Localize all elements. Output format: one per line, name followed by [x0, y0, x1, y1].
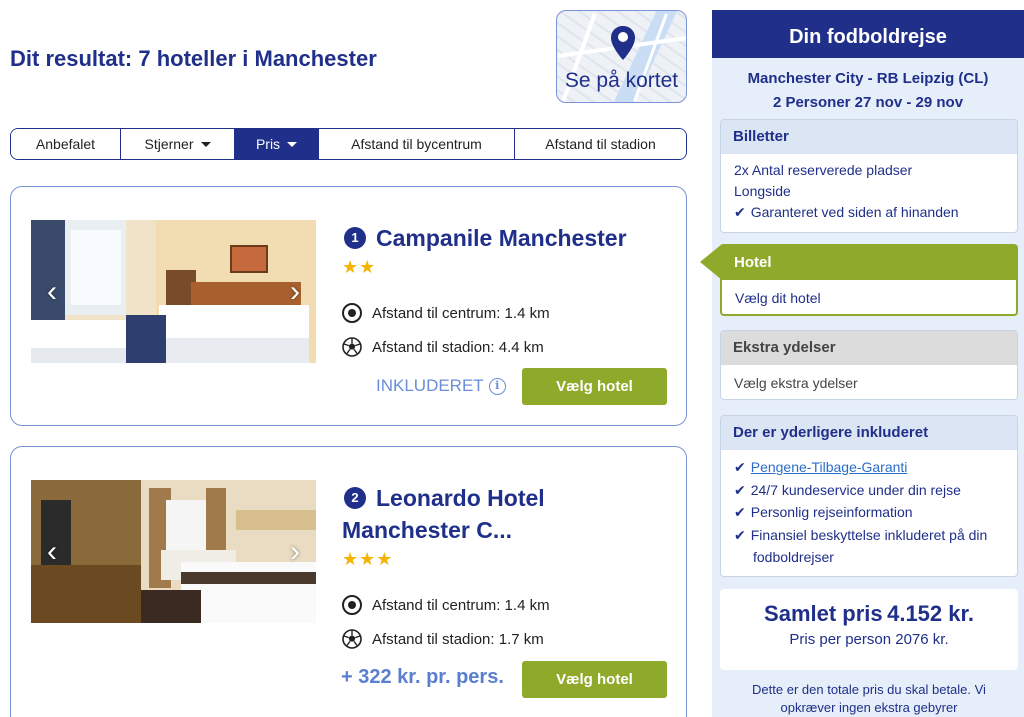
- price-per-person: Pris per person 2076 kr.: [789, 631, 949, 648]
- hotel-photo: ‹ ›: [31, 480, 316, 623]
- city-center-icon: [342, 303, 362, 323]
- total-price-value: 4.152 kr.: [887, 601, 974, 626]
- check-icon: ✔: [734, 526, 746, 543]
- map-pin-icon: [611, 26, 635, 60]
- tab-distance-stadium[interactable]: Afstand til stadion: [515, 129, 686, 159]
- included-text-continued: fodboldrejser: [753, 549, 834, 565]
- football-icon: [342, 629, 362, 649]
- price-included-label: INKLUDERET i: [376, 376, 506, 396]
- choose-hotel-button[interactable]: Vælg hotel: [522, 661, 667, 698]
- tickets-seats: 2x Antal reserverede pladser: [734, 162, 913, 178]
- hotel-name[interactable]: Campanile Manchester: [376, 222, 627, 254]
- hotel-name-line1[interactable]: Leonardo Hotel: [376, 482, 545, 514]
- price-disclaimer: Dette er den totale pris du skal betale.…: [726, 681, 1012, 717]
- total-price-line: Samlet pris 4.152 kr.: [720, 601, 1018, 627]
- extras-body: Vælg ekstra ydelser: [734, 375, 858, 391]
- hotel-room-image: [31, 220, 316, 363]
- tab-stars[interactable]: Stjerner: [121, 129, 235, 159]
- tickets-heading: Billetter: [721, 120, 1017, 154]
- sort-tabs: Anbefalet Stjerner Pris Afstand til byce…: [10, 128, 687, 160]
- hotel-room-image: [31, 480, 316, 623]
- hotel-card: ‹ › 2 Leonardo Hotel Manchester C... ★★★…: [10, 446, 687, 717]
- tab-label: Pris: [255, 136, 281, 152]
- hotel-rank-badge: 2: [344, 487, 366, 509]
- distance-stadium-row: Afstand til stadion: 4.4 km: [342, 337, 544, 357]
- distance-center-text: Afstand til centrum: 1.4 km: [372, 304, 550, 322]
- total-price-label: Samlet pris: [764, 601, 883, 626]
- included-text: Personlig rejseinformation: [750, 504, 913, 520]
- check-icon: ✔: [734, 481, 746, 498]
- previous-image-arrow-icon[interactable]: ‹: [41, 537, 63, 567]
- tab-recommended[interactable]: Anbefalet: [11, 129, 121, 159]
- disclaimer-line: Dette er den totale pris du skal betale.…: [752, 682, 986, 697]
- included-heading: Der er yderligere inkluderet: [721, 416, 1017, 450]
- hotel-step-panel[interactable]: Hotel Vælg dit hotel: [700, 244, 1018, 316]
- hotel-card: ‹ › 1 Campanile Manchester ★★ Afstand ti…: [10, 186, 687, 426]
- tab-label: Afstand til bycentrum: [351, 136, 482, 152]
- extras-heading: Ekstra ydelser: [721, 331, 1017, 365]
- hotel-step-body: Vælg dit hotel: [735, 290, 821, 306]
- hotel-rank-badge: 1: [344, 227, 366, 249]
- hotel-stars: ★★★: [342, 549, 394, 569]
- included-item: ✔ 24/7 kundeservice under din rejse: [734, 479, 1004, 502]
- check-icon: ✔: [734, 504, 746, 520]
- hotel-stars: ★★: [342, 257, 377, 277]
- included-panel: Der er yderligere inkluderet ✔ Pengene-Ti…: [720, 415, 1018, 577]
- disclaimer-line: opkræver ingen ekstra gebyrer: [780, 700, 958, 715]
- distance-center-row: Afstand til centrum: 1.4 km: [342, 303, 550, 323]
- included-text: 24/7 kundeservice under din rejse: [750, 481, 961, 498]
- check-icon: ✔: [734, 459, 746, 475]
- included-item: ✔ Personlig rejseinformation: [734, 501, 1004, 524]
- tickets-guarantee-row: ✔ Garanteret ved siden af hinanden: [734, 202, 1004, 223]
- distance-stadium-text: Afstand til stadion: 4.4 km: [372, 338, 544, 356]
- included-text: INKLUDERET: [376, 376, 484, 395]
- total-price-box: Samlet pris 4.152 kr. Pris per person 20…: [720, 589, 1018, 670]
- choose-hotel-button[interactable]: Vælg hotel: [522, 368, 667, 405]
- distance-center-text: Afstand til centrum: 1.4 km: [372, 596, 550, 614]
- distance-stadium-text: Afstand til stadion: 1.7 km: [372, 630, 544, 648]
- previous-image-arrow-icon[interactable]: ‹: [41, 277, 63, 307]
- tab-label: Anbefalet: [35, 136, 96, 152]
- page-title: Dit resultat: 7 hoteller i Manchester: [10, 46, 377, 71]
- next-image-arrow-icon[interactable]: ›: [284, 277, 306, 307]
- match-name: Manchester City - RB Leipzig (CL): [747, 70, 989, 87]
- tickets-panel: Billetter 2x Antal reserverede pladser L…: [720, 119, 1018, 233]
- hotel-step-heading: Hotel: [722, 246, 1016, 280]
- distance-center-row: Afstand til centrum: 1.4 km: [342, 595, 550, 615]
- hotel-name-line2[interactable]: Manchester C...: [342, 514, 512, 546]
- tab-label: Afstand til stadion: [545, 136, 656, 152]
- hotel-photo: ‹ ›: [31, 220, 316, 363]
- distance-stadium-row: Afstand til stadion: 1.7 km: [342, 629, 544, 649]
- tickets-guarantee: Garanteret ved siden af hinanden: [750, 204, 959, 220]
- map-button-label: Se på kortet: [564, 69, 679, 92]
- tab-price[interactable]: Pris: [235, 129, 319, 159]
- caret-down-icon: [287, 141, 298, 147]
- tab-label: Stjerner: [144, 136, 194, 152]
- included-item: ✔ Finansiel beskyttelse inkluderet på din: [734, 524, 1004, 547]
- trip-dates: 2 Personer 27 nov - 29 nov: [772, 94, 964, 111]
- trip-match-info: Manchester City - RB Leipzig (CL) 2 Pers…: [712, 67, 1024, 115]
- extras-step-panel[interactable]: Ekstra ydelser Vælg ekstra ydelser: [720, 330, 1018, 400]
- trip-summary-sidebar: Din fodboldrejse Manchester City - RB Le…: [700, 10, 1024, 717]
- next-image-arrow-icon[interactable]: ›: [284, 537, 306, 567]
- tickets-stand: Longside: [734, 183, 791, 199]
- info-icon[interactable]: i: [488, 377, 506, 395]
- map-view-button[interactable]: Se på kortet: [556, 10, 687, 103]
- caret-down-icon: [200, 141, 211, 147]
- check-icon: ✔: [734, 204, 746, 220]
- active-step-pointer: [700, 244, 722, 280]
- included-text: Finansiel beskyttelse inkluderet på din: [750, 526, 988, 543]
- included-item: ✔ Pengene-Tilbage-Garanti: [734, 456, 1004, 479]
- price-supplement: + 322 kr. pr. pers.: [341, 666, 504, 688]
- sidebar-title: Din fodboldrejse: [712, 10, 1024, 58]
- money-back-link[interactable]: Pengene-Tilbage-Garanti: [751, 459, 908, 475]
- tab-distance-center[interactable]: Afstand til bycentrum: [319, 129, 515, 159]
- city-center-icon: [342, 595, 362, 615]
- football-icon: [342, 337, 362, 357]
